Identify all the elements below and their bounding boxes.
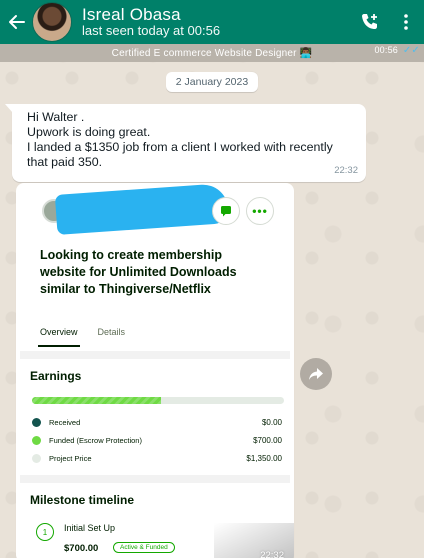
message-line: that paid 350. — [27, 155, 103, 169]
job-tabs: Overview Details — [38, 323, 143, 347]
milestone-amount: $700.00 — [64, 543, 99, 554]
last-seen-status: last seen today at 00:56 — [82, 23, 221, 39]
legend-project-price: Project Price $1,350.00 — [32, 451, 282, 465]
strip-text: Certified E commerce Website Designer 👨🏾… — [111, 47, 313, 59]
legend-label: Received — [49, 417, 81, 427]
tab-overview: Overview — [38, 323, 80, 347]
previous-message-strip: Certified E commerce Website Designer 👨🏾… — [0, 44, 424, 62]
milestone-status-badge: Active & Funded — [113, 542, 175, 553]
message-time: 22:32 — [334, 165, 358, 176]
date-separator: 2 January 2023 — [166, 72, 258, 92]
image-message-time: 22:32 — [260, 550, 284, 558]
more-icon: ••• — [246, 197, 274, 225]
message-line: Upwork is doing great. — [27, 125, 151, 139]
chat-bubble-icon — [212, 197, 240, 225]
incoming-text-message[interactable]: Hi Walter . Upwork is doing great. I lan… — [5, 104, 366, 182]
earnings-progress-bar — [32, 397, 284, 404]
upwork-screenshot: ••• Looking to create membership website… — [20, 183, 290, 558]
legend-funded: Funded (Escrow Protection) $700.00 — [32, 433, 282, 447]
earnings-progress-fill — [32, 397, 161, 404]
strip-time: 00:56 — [374, 45, 398, 55]
received-dot — [32, 417, 41, 427]
legend-value: $0.00 — [261, 417, 282, 427]
contact-avatar[interactable] — [32, 2, 72, 42]
earnings-title: Earnings — [30, 369, 82, 383]
legend-label: Project Price — [49, 453, 92, 463]
milestone-title: Milestone timeline — [30, 493, 135, 507]
contact-info[interactable]: Isreal Obasa last seen today at 00:56 — [82, 5, 352, 39]
legend-value: $700.00 — [253, 435, 282, 445]
forward-icon[interactable] — [300, 358, 332, 390]
tab-details: Details — [97, 327, 126, 337]
job-title: Looking to create membership website for… — [40, 248, 237, 296]
section-divider — [20, 351, 290, 359]
funded-dot — [32, 435, 41, 445]
back-arrow-icon[interactable] — [4, 0, 30, 44]
milestone-name: Initial Set Up — [64, 523, 116, 533]
add-call-icon[interactable] — [352, 0, 388, 44]
image-message[interactable]: ••• Looking to create membership website… — [16, 183, 294, 558]
milestone-number-badge: 1 — [36, 523, 54, 541]
message-line: I landed a $1350 job from a client I wor… — [27, 140, 333, 154]
more-options-icon[interactable] — [388, 0, 424, 44]
redaction-scribble — [54, 183, 230, 235]
legend-label: Funded (Escrow Protection) — [49, 435, 142, 445]
project-price-dot — [32, 453, 41, 463]
section-divider — [20, 475, 290, 483]
legend-received: Received $0.00 — [32, 415, 282, 429]
chat-header: Isreal Obasa last seen today at 00:56 — [0, 0, 424, 44]
contact-name: Isreal Obasa — [82, 4, 181, 24]
message-line: Hi Walter . — [27, 110, 85, 124]
read-ticks-icon: ✓✓ — [402, 45, 420, 56]
legend-value: $1,350.00 — [246, 453, 282, 463]
